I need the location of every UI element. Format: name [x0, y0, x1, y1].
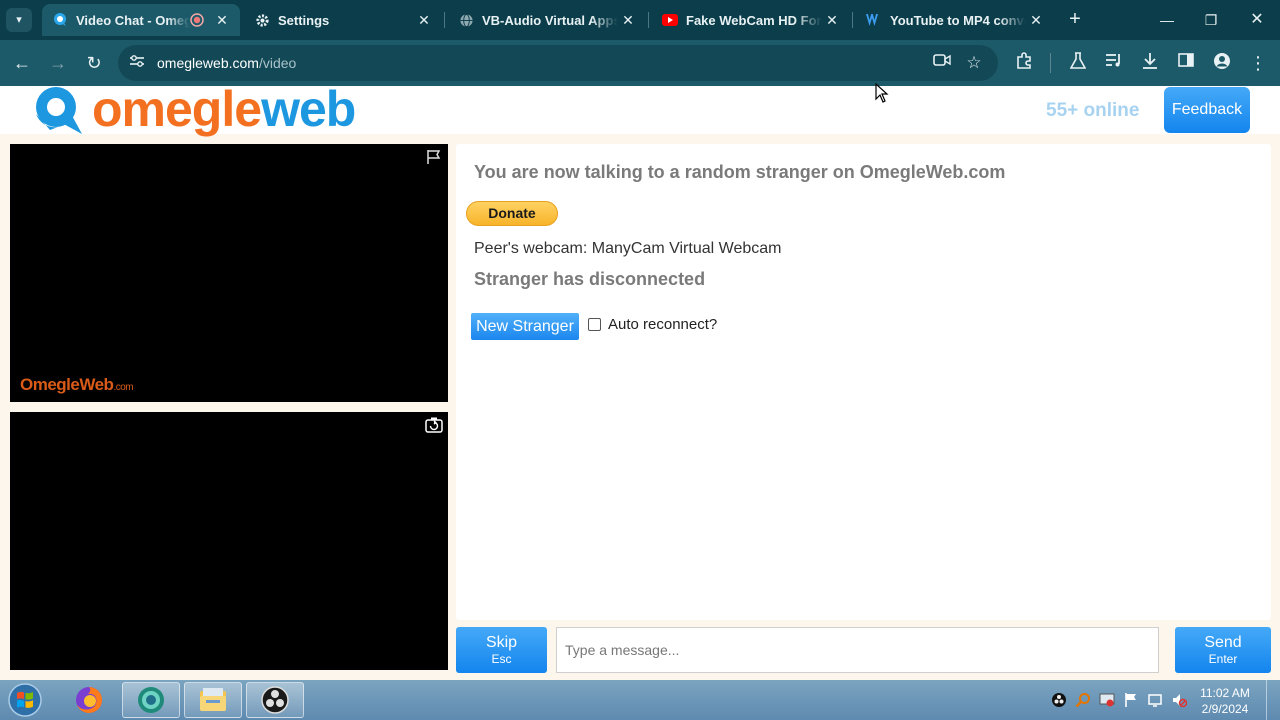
tray-volume-muted-icon[interactable] — [1170, 692, 1188, 710]
switch-camera-icon[interactable] — [424, 416, 444, 436]
omegleweb-watermark: OmegleWeb.com — [20, 375, 134, 395]
taskbar-obs-icon[interactable] — [246, 682, 304, 718]
close-tab-icon[interactable]: ✕ — [822, 12, 842, 29]
disconnected-message: Stranger has disconnected — [474, 269, 706, 289]
minimize-icon[interactable]: — — [1152, 8, 1182, 32]
report-flag-icon[interactable] — [424, 149, 444, 169]
tab-separator — [648, 12, 649, 28]
logo-text-omegle: omegle — [92, 81, 262, 137]
tab-title: YouTube to MP4 convert — [890, 12, 1026, 28]
send-shortcut-hint: Enter — [1208, 652, 1238, 666]
youtube-icon — [662, 12, 678, 28]
tab-video-chat[interactable]: Video Chat - Omegle ✕ — [42, 4, 240, 36]
labs-flask-icon[interactable] — [1067, 52, 1089, 74]
new-tab-button[interactable]: + — [1064, 8, 1086, 32]
clock-time: 11:02 AM — [1200, 686, 1250, 700]
auto-reconnect-label[interactable]: Auto reconnect? — [608, 316, 717, 333]
url-path: /video — [258, 55, 297, 71]
auto-reconnect-checkbox[interactable] — [588, 318, 601, 331]
stranger-video: OmegleWeb.com — [10, 144, 448, 402]
feedback-button[interactable]: Feedback — [1164, 87, 1250, 133]
taskbar-clock[interactable]: 11:02 AM 2/9/2024 — [1196, 685, 1254, 717]
tab-fake-webcam[interactable]: Fake WebCam HD For Vi ✕ — [652, 4, 850, 36]
tab-search-button[interactable]: ▾ — [6, 8, 32, 32]
logo-text-web: web — [261, 81, 356, 137]
close-window-icon[interactable]: ✕ — [1242, 8, 1272, 32]
taskbar-chrome-icon[interactable] — [122, 682, 180, 718]
watermark-tld: .com — [113, 382, 134, 393]
url-host: omegleweb.com — [157, 55, 259, 71]
close-tab-icon[interactable]: ✕ — [1026, 12, 1046, 29]
skip-button[interactable]: Skip Esc — [456, 627, 547, 673]
watermark-name: OmegleWeb — [20, 375, 114, 394]
online-count: 55+ online — [1046, 100, 1140, 121]
tab-settings[interactable]: Settings ✕ — [244, 4, 442, 36]
show-desktop-button[interactable] — [1266, 680, 1280, 720]
converter-w-icon — [866, 12, 882, 28]
chat-status-message: You are now talking to a random stranger… — [474, 162, 1006, 182]
taskbar-file-explorer-icon[interactable] — [184, 682, 242, 718]
taskbar-firefox-icon[interactable] — [60, 682, 118, 718]
clock-date: 2/9/2024 — [1201, 702, 1249, 716]
tab-youtube-to-mp4[interactable]: YouTube to MP4 convert ✕ — [856, 4, 1054, 36]
globe-icon — [458, 12, 474, 28]
start-button-icon[interactable] — [4, 682, 46, 718]
downloads-icon[interactable] — [1139, 52, 1161, 74]
omegleweb-favicon-icon — [52, 12, 68, 28]
profile-avatar-icon[interactable] — [1211, 52, 1233, 74]
tab-separator — [444, 12, 445, 28]
peer-webcam-info: Peer's webcam: ManyCam Virtual Webcam — [474, 240, 782, 257]
site-info-icon[interactable] — [128, 54, 146, 72]
message-input[interactable] — [556, 627, 1159, 673]
mouse-cursor-icon — [875, 82, 889, 108]
close-tab-icon[interactable]: ✕ — [618, 12, 638, 29]
close-tab-icon[interactable]: ✕ — [414, 12, 434, 29]
forward-icon[interactable]: → — [46, 51, 70, 75]
tab-title: VB-Audio Virtual Apps — [482, 12, 618, 28]
send-label: Send — [1204, 634, 1242, 651]
toolbar-separator — [1050, 53, 1051, 73]
tab-title: Fake WebCam HD For Vi — [686, 12, 822, 28]
logo-bubble-icon — [28, 86, 86, 138]
tray-display-icon[interactable] — [1146, 692, 1164, 710]
back-icon[interactable]: ← — [10, 51, 34, 75]
address-url[interactable]: omegleweb.com/video — [157, 54, 296, 72]
bookmark-star-icon[interactable]: ☆ — [963, 52, 985, 74]
tray-search-icon[interactable] — [1074, 692, 1092, 710]
tray-action-center-flag-icon[interactable] — [1122, 692, 1140, 710]
extensions-icon[interactable] — [1013, 52, 1035, 74]
self-video — [10, 412, 448, 670]
tab-separator — [852, 12, 853, 28]
restore-icon[interactable]: ❐ — [1196, 8, 1226, 32]
recording-icon — [190, 13, 204, 27]
tray-network-icon[interactable] — [1098, 692, 1116, 710]
browser-menu-icon[interactable]: ⋮ — [1247, 52, 1269, 74]
side-panel-icon[interactable] — [1175, 52, 1197, 74]
media-controls-icon[interactable] — [1103, 52, 1125, 74]
tab-title: Settings — [278, 12, 330, 28]
tab-vb-audio[interactable]: VB-Audio Virtual Apps ✕ — [448, 4, 646, 36]
gear-icon — [254, 12, 270, 28]
tray-obs-icon[interactable] — [1050, 692, 1068, 710]
reload-icon[interactable]: ↻ — [82, 51, 106, 75]
tab-title: Video Chat - Omegle — [76, 12, 190, 28]
chat-log — [456, 144, 1271, 620]
send-button[interactable]: Send Enter — [1175, 627, 1271, 673]
camera-in-use-icon[interactable] — [931, 52, 953, 74]
new-stranger-button[interactable]: New Stranger — [471, 313, 579, 340]
donate-button[interactable]: Donate — [466, 201, 558, 226]
skip-label: Skip — [485, 634, 518, 651]
logo-wordmark: omegleweb — [92, 81, 356, 137]
omegleweb-logo[interactable]: omegleweb — [28, 81, 356, 138]
close-tab-icon[interactable]: ✕ — [212, 12, 232, 29]
skip-shortcut-hint: Esc — [491, 652, 512, 666]
